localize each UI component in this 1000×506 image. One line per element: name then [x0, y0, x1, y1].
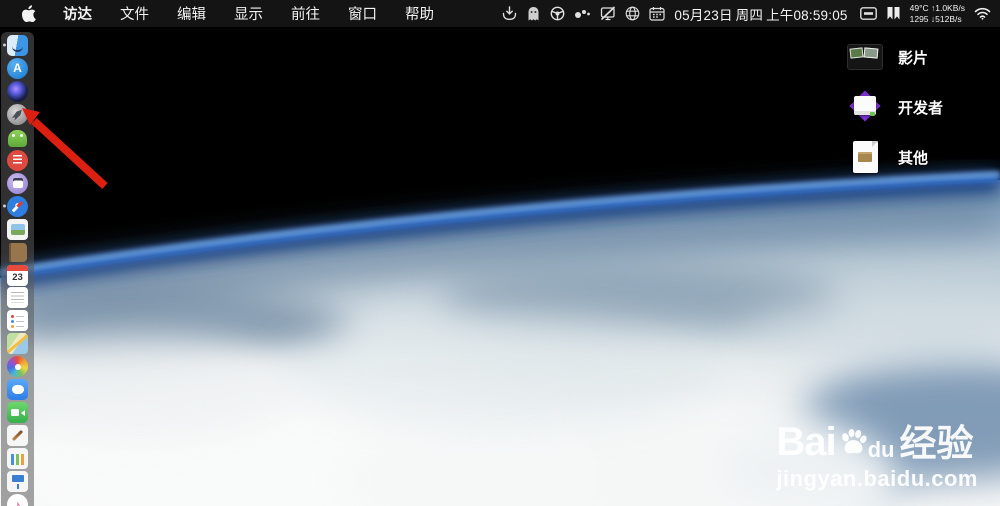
dock-item-numbers[interactable] [1, 447, 34, 470]
running-indicator [3, 43, 6, 47]
watermark-cn-text: 经验 [899, 423, 974, 464]
menu-file[interactable]: 文件 [106, 3, 163, 24]
stats-line1: 49°C ↑1.0KB/s [909, 2, 965, 13]
watermark-bai-text: Bai [776, 420, 836, 464]
dock-item-red-app[interactable] [1, 149, 34, 172]
maps-icon [7, 333, 28, 355]
dock-item-reminders[interactable] [1, 309, 34, 332]
other-file-icon [846, 138, 884, 176]
messages-icon [7, 379, 28, 401]
watermark-url: jingyan.baidu.com [776, 466, 978, 491]
calendar-app-icon: 23 [7, 264, 28, 286]
dock-item-photos[interactable] [1, 355, 34, 378]
clock-date: 05月23日 [674, 7, 733, 23]
dock-item-keynote[interactable] [1, 470, 34, 493]
developer-folder-icon [846, 88, 884, 126]
photos-icon [7, 356, 28, 378]
notes-icon [7, 287, 28, 309]
desktop-screen: 访达 文件 编辑 显示 前往 窗口 帮助 05月23日 周四 上午08:59:0… [0, 0, 1000, 506]
dock-item-facetime[interactable] [1, 401, 34, 424]
dock-item-notes[interactable] [1, 286, 34, 309]
dock-item-maps[interactable] [1, 332, 34, 355]
dock-item-purple-disk-app[interactable] [1, 172, 34, 195]
menu-help[interactable]: 帮助 [391, 3, 448, 24]
menubar-clock[interactable]: 05月23日 周四 上午08:59:05 [674, 4, 850, 24]
numbers-icon [7, 448, 28, 470]
app-store-icon: A [7, 57, 28, 79]
dock-item-finder[interactable] [1, 34, 34, 57]
desktop-item-label: 其他 [898, 149, 929, 167]
keynote-icon [7, 471, 28, 493]
menu-bar-left: 访达 文件 编辑 显示 前往 窗口 帮助 [0, 0, 448, 27]
safari-icon [7, 195, 28, 217]
menu-finder[interactable]: 访达 [49, 3, 106, 24]
steering-wheel-icon[interactable] [550, 6, 565, 21]
dock-item-calendar[interactable]: 23 [1, 264, 34, 287]
wifi-icon[interactable] [974, 7, 991, 20]
menu-edit[interactable]: 编辑 [163, 3, 220, 24]
calendar-icon[interactable] [649, 6, 666, 21]
clock-time: 上午08:59:05 [766, 7, 848, 23]
menu-bar-status: 05月23日 周四 上午08:59:05 49°C ↑1.0KB/s 1295 ↓5… [502, 0, 1000, 27]
preview-icon [7, 218, 28, 240]
dock-item-android-app[interactable] [1, 126, 34, 149]
dock: A 23 ♪ [1, 32, 34, 506]
desktop-item-other[interactable]: 其他 [846, 132, 996, 182]
network-stats[interactable]: 49°C ↑1.0KB/s 1295 ↓512B/s [910, 3, 965, 24]
calendar-day: 23 [12, 271, 23, 283]
purple-disk-icon [7, 172, 28, 194]
dictionary-icon [8, 242, 27, 262]
android-icon [8, 129, 27, 147]
launchpad-icon [7, 103, 28, 125]
movies-folder-icon [846, 38, 884, 76]
paw-icon [837, 426, 869, 464]
apple-menu-icon[interactable] [0, 5, 49, 22]
menu-window[interactable]: 窗口 [334, 3, 391, 24]
ghost-icon[interactable] [526, 6, 541, 22]
globe-icon[interactable] [625, 6, 640, 21]
watermark: Bai du 经验 jingyan.baidu.com [776, 422, 978, 490]
flags-icon[interactable] [886, 6, 901, 21]
reminders-icon [7, 310, 28, 332]
dock-item-app-store[interactable]: A [1, 57, 34, 80]
desktop-item-label: 开发者 [898, 99, 944, 117]
watermark-logo: Bai du 经验 [776, 422, 978, 462]
dock-item-safari[interactable] [1, 195, 34, 218]
desktop-item-developer[interactable]: 开发者 [846, 82, 996, 132]
input-method-icon[interactable] [859, 7, 877, 20]
desktop-item-movies[interactable]: 影片 [846, 32, 996, 82]
menu-bar: 访达 文件 编辑 显示 前往 窗口 帮助 05月23日 周四 上午08:59:0… [0, 0, 1000, 27]
watermark-du-text: du [867, 437, 895, 462]
facetime-icon [7, 402, 28, 424]
desktop-icons: 影片 开发者 其他 [846, 32, 996, 182]
dock-item-preview[interactable] [1, 218, 34, 241]
red-app-icon [7, 149, 28, 171]
running-indicator [3, 204, 6, 208]
siri-icon [7, 80, 28, 102]
dock-item-pages[interactable] [1, 424, 34, 447]
itunes-icon: ♪ [7, 494, 28, 506]
finder-icon [7, 34, 28, 56]
dock-item-itunes[interactable]: ♪ [1, 493, 34, 506]
download-icon[interactable] [502, 6, 517, 21]
pages-icon [7, 425, 28, 447]
dock-item-launchpad[interactable] [1, 103, 34, 126]
stats-line2: 1295 ↓512B/s [909, 13, 962, 24]
dock-item-messages[interactable] [1, 378, 34, 401]
dock-item-siri[interactable] [1, 80, 34, 103]
clock-weekday: 周四 [735, 7, 764, 23]
desktop-item-label: 影片 [898, 49, 929, 67]
dots-status-icon[interactable] [574, 7, 591, 21]
dock-item-dictionary[interactable] [1, 241, 34, 264]
display-icon[interactable] [600, 6, 616, 21]
menu-go[interactable]: 前往 [277, 3, 334, 24]
menu-view[interactable]: 显示 [220, 3, 277, 24]
